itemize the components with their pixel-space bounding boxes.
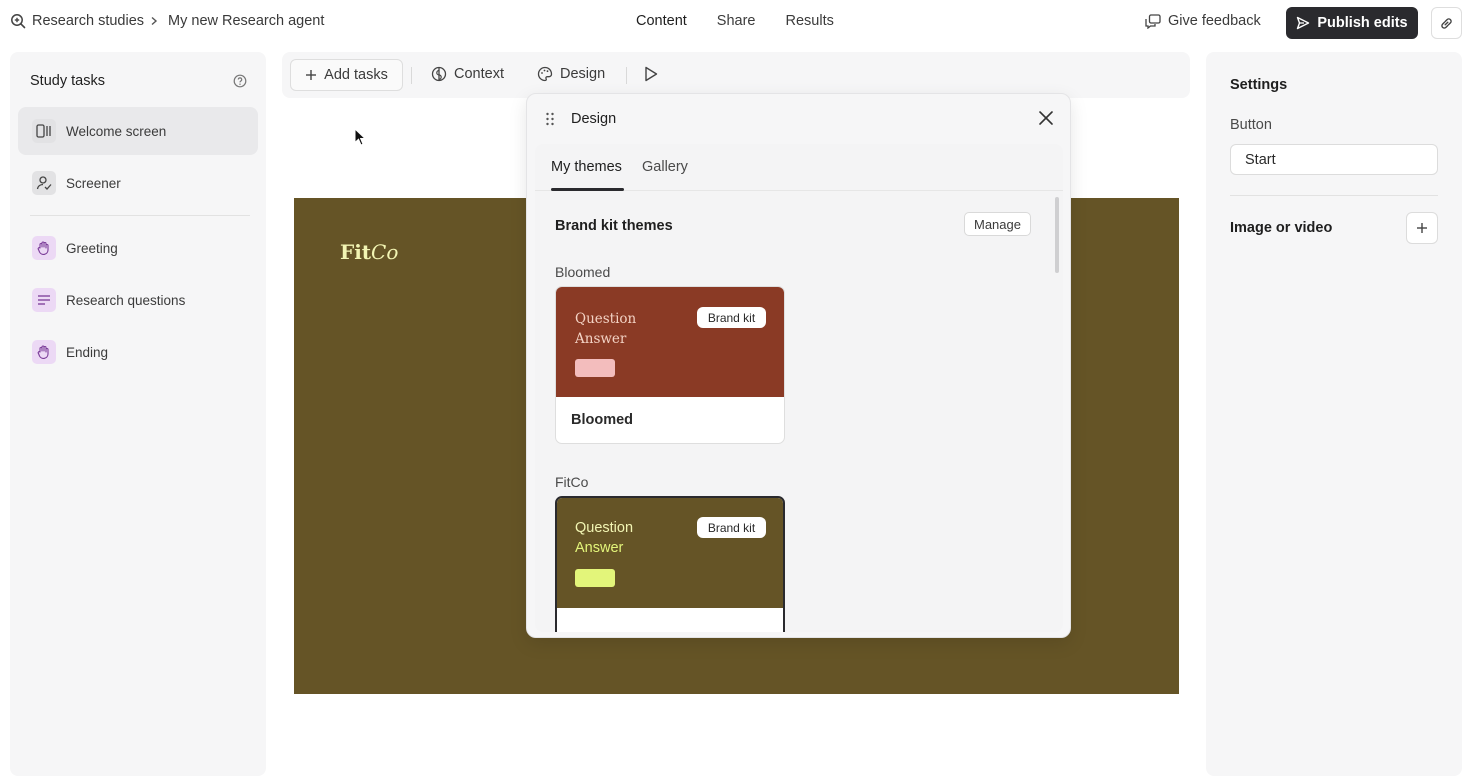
copy-link-button[interactable]	[1431, 7, 1462, 39]
theme-group-label: Bloomed	[555, 264, 611, 280]
publish-edits-button[interactable]: Publish edits	[1286, 7, 1418, 39]
theme-preview: Question Answer Brand kit	[556, 287, 784, 397]
design-panel-title: Design	[571, 111, 617, 127]
research-questions-icon	[32, 288, 56, 312]
theme-name: Bloomed	[571, 412, 634, 428]
toolbar-divider	[411, 67, 412, 84]
button-field-label: Button	[1230, 117, 1272, 133]
chevron-right-icon	[150, 16, 158, 26]
plus-icon	[305, 69, 317, 81]
feedback-icon	[1145, 13, 1161, 29]
fitco-logo: FitCo	[340, 240, 399, 264]
study-tasks-title: Study tasks	[30, 73, 105, 89]
tab-my-themes[interactable]: My themes	[551, 159, 622, 175]
breadcrumb-current[interactable]: My new Research agent	[168, 13, 324, 29]
greeting-icon	[32, 236, 56, 260]
theme-tabs: My themes Gallery	[535, 144, 1063, 191]
mouse-cursor-icon	[354, 128, 366, 146]
study-tasks-panel: Study tasks Welcome screen Screener Gree…	[10, 52, 266, 776]
brand-kit-badge: Brand kit	[697, 307, 766, 328]
drag-handle-icon[interactable]	[545, 112, 555, 126]
settings-divider	[1230, 195, 1438, 196]
context-label: Context	[454, 66, 504, 82]
sidebar-item-greeting[interactable]: Greeting	[18, 224, 258, 272]
publish-edits-label: Publish edits	[1317, 15, 1408, 31]
give-feedback-button[interactable]: Give feedback	[1145, 13, 1261, 29]
sidebar-item-welcome-screen[interactable]: Welcome screen	[18, 107, 258, 155]
ending-icon	[32, 340, 56, 364]
play-icon	[644, 66, 658, 82]
help-icon[interactable]	[233, 74, 247, 88]
breadcrumb-root-link[interactable]: Research studies	[32, 13, 144, 29]
settings-panel: Settings Button Start Image or video	[1206, 52, 1462, 776]
sidebar-item-ending[interactable]: Ending	[18, 328, 258, 376]
button-text-input[interactable]: Start	[1230, 144, 1438, 175]
welcome-screen-icon	[32, 119, 56, 143]
tab-share[interactable]: Share	[717, 13, 756, 29]
tab-content[interactable]: Content	[636, 13, 687, 29]
add-tasks-label: Add tasks	[324, 67, 388, 83]
add-media-button[interactable]	[1406, 212, 1438, 244]
image-or-video-label: Image or video	[1230, 220, 1333, 236]
sidebar-item-label: Research questions	[66, 292, 186, 308]
send-icon	[1296, 16, 1310, 30]
screener-icon	[32, 171, 56, 195]
context-icon	[431, 66, 447, 82]
sidebar-item-screener[interactable]: Screener	[18, 159, 258, 207]
breadcrumb: Research studies My new Research agent	[10, 13, 324, 29]
sidebar-divider	[30, 215, 250, 216]
preview-button[interactable]	[644, 66, 658, 82]
top-bar: Research studies My new Research agent C…	[0, 0, 1468, 46]
toolbar-divider	[626, 67, 627, 84]
brand-kit-themes-title: Brand kit themes	[555, 218, 673, 234]
tab-results[interactable]: Results	[786, 13, 834, 29]
manage-button[interactable]: Manage	[964, 212, 1031, 236]
active-tab-indicator	[551, 188, 624, 191]
settings-title: Settings	[1230, 77, 1288, 93]
scrollbar-thumb[interactable]	[1055, 197, 1059, 273]
theme-card-fitco[interactable]: Question Answer Brand kit	[555, 496, 785, 632]
sidebar-item-research-questions[interactable]: Research questions	[18, 276, 258, 324]
themes-container: My themes Gallery Brand kit themes Manag…	[535, 144, 1063, 632]
sidebar-item-label: Welcome screen	[66, 123, 167, 139]
palette-icon	[537, 66, 553, 82]
theme-preview-text: Question Answer	[575, 520, 634, 556]
top-nav: Content Share Results	[636, 13, 834, 29]
design-panel: Design My themes Gallery Brand kit theme…	[526, 93, 1071, 638]
close-icon[interactable]	[1038, 110, 1054, 126]
design-label: Design	[560, 66, 606, 82]
sidebar-item-label: Greeting	[66, 240, 118, 256]
plus-icon	[1416, 222, 1428, 234]
add-tasks-button[interactable]: Add tasks	[290, 59, 403, 91]
link-icon	[1439, 16, 1454, 31]
give-feedback-label: Give feedback	[1168, 13, 1261, 29]
theme-button-swatch	[575, 569, 615, 587]
tab-gallery[interactable]: Gallery	[642, 159, 688, 175]
theme-card-bloomed[interactable]: Question Answer Brand kit Bloomed	[555, 286, 785, 444]
design-button[interactable]: Design	[537, 66, 605, 82]
brand-kit-badge: Brand kit	[697, 517, 766, 538]
theme-group-label: FitCo	[555, 474, 589, 490]
sidebar-item-label: Ending	[66, 344, 109, 360]
context-button[interactable]: Context	[431, 66, 504, 82]
themes-scroll-area[interactable]: Brand kit themes Manage Bloomed Question…	[535, 192, 1063, 632]
theme-preview: Question Answer Brand kit	[557, 498, 783, 608]
research-studies-icon[interactable]	[10, 13, 26, 29]
sidebar-item-label: Screener	[66, 175, 121, 191]
theme-button-swatch	[575, 359, 615, 377]
theme-preview-text: Question Answer	[575, 311, 637, 347]
editor-toolbar: Add tasks Context Design	[282, 52, 1190, 98]
